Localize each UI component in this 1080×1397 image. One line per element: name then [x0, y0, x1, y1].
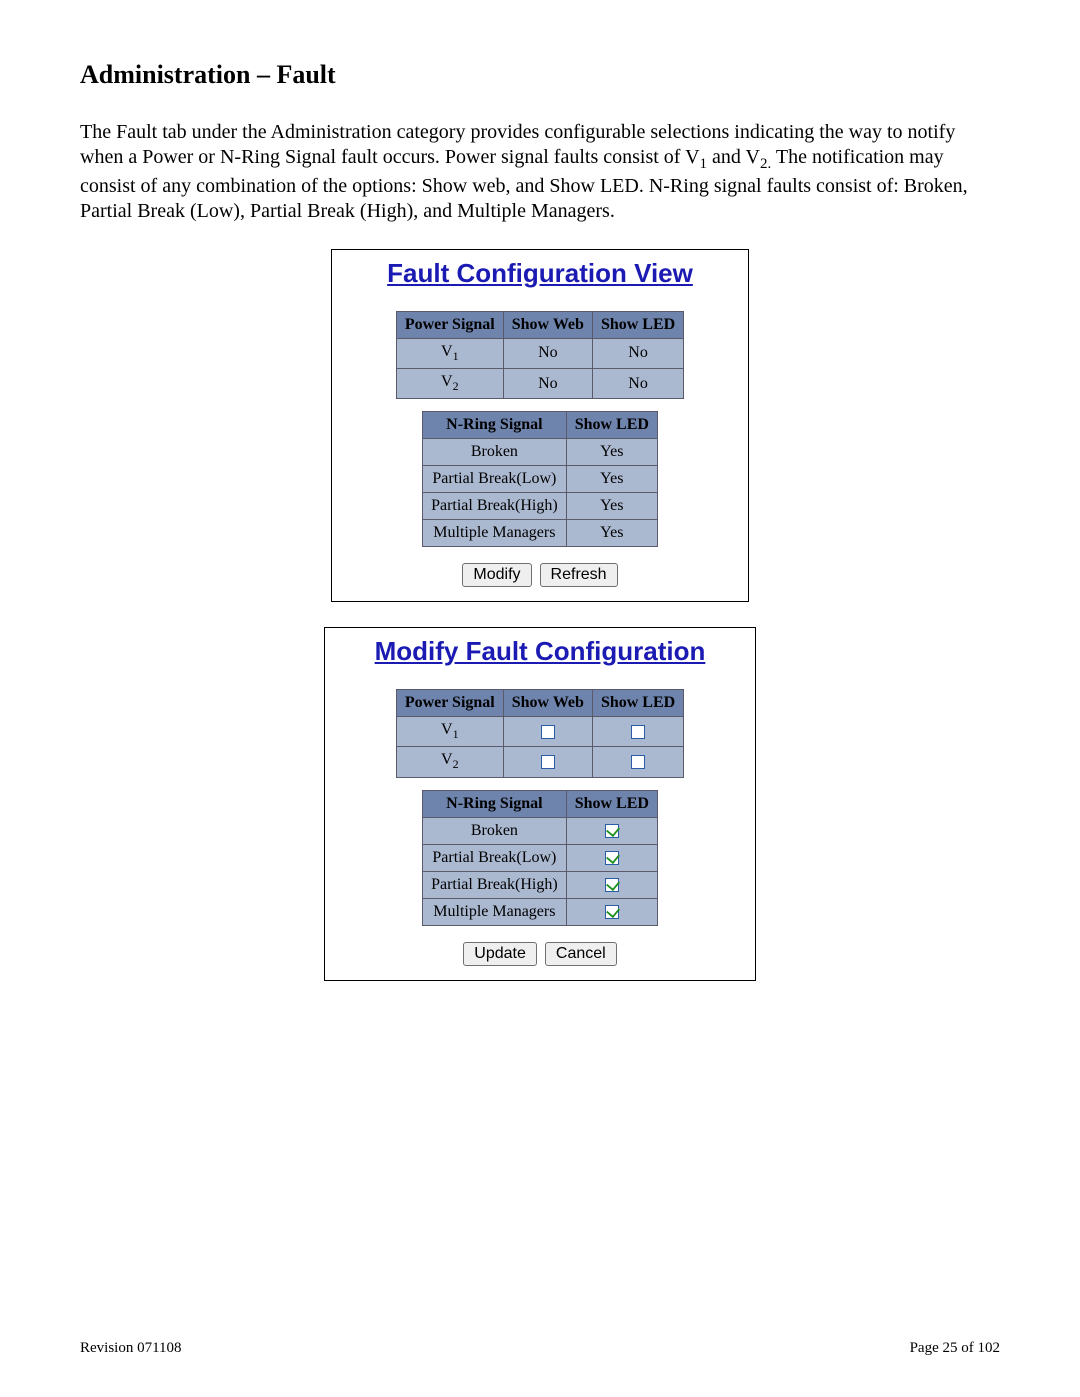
col-show-web: Show Web	[503, 690, 592, 717]
col-power-signal: Power Signal	[396, 311, 503, 338]
fault-modify-title: Modify Fault Configuration	[333, 632, 747, 677]
nring-signal-view-table: N-Ring Signal Show LED Broken Yes Partia…	[422, 411, 658, 547]
show-led-checkbox-v1[interactable]	[631, 725, 645, 739]
value-show-web: No	[503, 338, 592, 368]
power-label: V2	[396, 368, 503, 398]
checkbox-cell	[592, 717, 683, 747]
table-header-row: Power Signal Show Web Show LED	[396, 311, 683, 338]
table-row: Broken	[423, 817, 658, 844]
nring-label: Partial Break(Low)	[423, 466, 567, 493]
nring-label: Broken	[423, 439, 567, 466]
value-show-led: No	[592, 368, 683, 398]
power-signal-view-table: Power Signal Show Web Show LED V1 No No …	[396, 311, 684, 399]
show-led-checkbox-broken[interactable]	[605, 824, 619, 838]
table-row: Partial Break(Low)	[423, 844, 658, 871]
value-show-web: No	[503, 368, 592, 398]
value-show-led: No	[592, 338, 683, 368]
nring-signal-modify-table: N-Ring Signal Show LED Broken Partial Br…	[422, 790, 658, 926]
power-label: V2	[396, 747, 503, 777]
value-show-led: Yes	[566, 520, 657, 547]
table-header-row: N-Ring Signal Show LED	[423, 412, 658, 439]
value-show-led: Yes	[566, 466, 657, 493]
page-footer: Revision 071108 Page 25 of 102	[80, 1340, 1000, 1357]
col-show-led: Show LED	[566, 790, 657, 817]
intro-text-2: and V	[707, 146, 760, 168]
intro-sub-2: 2.	[760, 156, 771, 172]
col-nring-signal: N-Ring Signal	[423, 412, 567, 439]
nring-label: Broken	[423, 817, 567, 844]
view-buttons: Modify Refresh	[340, 563, 740, 587]
show-web-checkbox-v2[interactable]	[541, 755, 555, 769]
checkbox-cell	[503, 747, 592, 777]
col-show-led: Show LED	[592, 311, 683, 338]
modify-buttons: Update Cancel	[333, 942, 747, 966]
table-row: Broken Yes	[423, 439, 658, 466]
intro-sub-1: 1	[700, 156, 708, 172]
nring-label: Partial Break(High)	[423, 871, 567, 898]
power-signal-modify-table: Power Signal Show Web Show LED V1 V2	[396, 689, 684, 777]
cancel-button[interactable]: Cancel	[545, 942, 617, 966]
table-row: V1	[396, 717, 683, 747]
intro-paragraph: The Fault tab under the Administration c…	[80, 120, 1000, 224]
nring-label: Partial Break(Low)	[423, 844, 567, 871]
table-row: Partial Break(High) Yes	[423, 493, 658, 520]
modify-button[interactable]: Modify	[462, 563, 531, 587]
table-header-row: N-Ring Signal Show LED	[423, 790, 658, 817]
power-label: V1	[396, 717, 503, 747]
page-number: Page 25 of 102	[910, 1340, 1000, 1357]
show-led-checkbox-partial-low[interactable]	[605, 851, 619, 865]
checkbox-cell	[566, 898, 657, 925]
revision-text: Revision 071108	[80, 1340, 182, 1357]
table-row: Partial Break(High)	[423, 871, 658, 898]
fault-view-panel: Fault Configuration View Power Signal Sh…	[331, 249, 749, 602]
checkbox-cell	[566, 844, 657, 871]
table-header-row: Power Signal Show Web Show LED	[396, 690, 683, 717]
nring-label: Multiple Managers	[423, 898, 567, 925]
fault-modify-panel: Modify Fault Configuration Power Signal …	[324, 627, 756, 980]
value-show-led: Yes	[566, 439, 657, 466]
update-button[interactable]: Update	[463, 942, 537, 966]
table-row: V1 No No	[396, 338, 683, 368]
col-show-led: Show LED	[592, 690, 683, 717]
show-led-checkbox-v2[interactable]	[631, 755, 645, 769]
table-row: V2 No No	[396, 368, 683, 398]
nring-label: Partial Break(High)	[423, 493, 567, 520]
show-web-checkbox-v1[interactable]	[541, 725, 555, 739]
table-row: V2	[396, 747, 683, 777]
table-row: Partial Break(Low) Yes	[423, 466, 658, 493]
checkbox-cell	[566, 871, 657, 898]
col-nring-signal: N-Ring Signal	[423, 790, 567, 817]
page-title: Administration – Fault	[80, 60, 1000, 90]
document-page: Administration – Fault The Fault tab und…	[0, 0, 1080, 1397]
show-led-checkbox-partial-high[interactable]	[605, 878, 619, 892]
nring-label: Multiple Managers	[423, 520, 567, 547]
checkbox-cell	[566, 817, 657, 844]
value-show-led: Yes	[566, 493, 657, 520]
show-led-checkbox-multiple-managers[interactable]	[605, 905, 619, 919]
col-show-web: Show Web	[503, 311, 592, 338]
table-row: Multiple Managers Yes	[423, 520, 658, 547]
checkbox-cell	[503, 717, 592, 747]
table-row: Multiple Managers	[423, 898, 658, 925]
col-power-signal: Power Signal	[396, 690, 503, 717]
fault-view-title: Fault Configuration View	[340, 254, 740, 299]
col-show-led: Show LED	[566, 412, 657, 439]
checkbox-cell	[592, 747, 683, 777]
refresh-button[interactable]: Refresh	[540, 563, 618, 587]
power-label: V1	[396, 338, 503, 368]
